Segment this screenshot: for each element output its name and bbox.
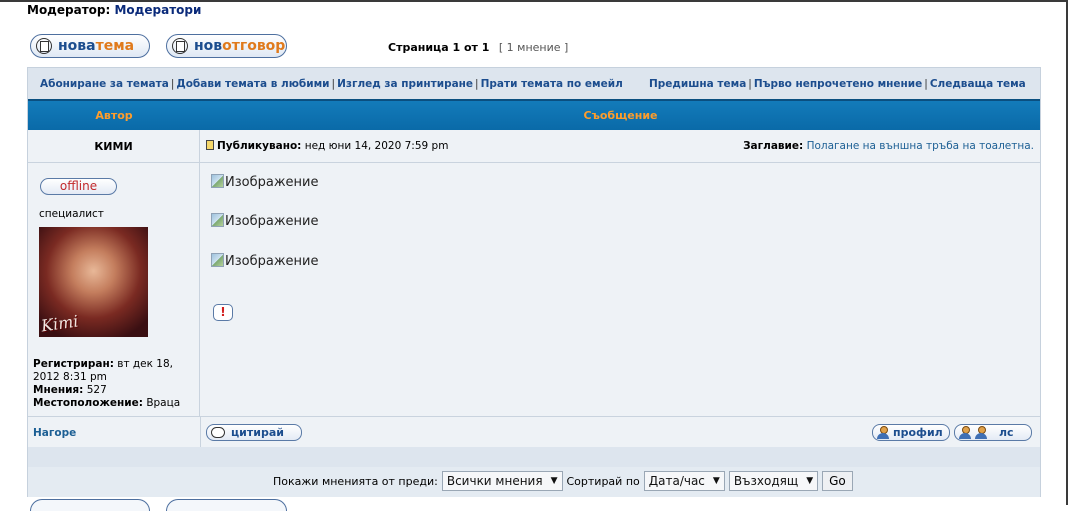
user-meta: Регистриран: вт дек 18, 2012 8:31 pm Мне… [33,358,198,410]
email-topic-link[interactable]: Прати темата по емейл [481,78,623,90]
back-to-top-link[interactable]: Нагоре [33,427,76,439]
post-image[interactable]: Изображение [211,174,318,190]
topic-actions-left: Абониране за темата | Добави темата в люби… [40,78,623,90]
quote-label: цитирай [231,426,284,439]
post-subject: Заглавие: Полагане на външна тръба на то… [743,140,1034,152]
new-reply-word2: отговор [222,38,286,54]
post-body-row: offline специалист Kimi Регистриран: вт … [28,163,1040,416]
registered-label: Регистриран: [33,358,114,370]
quote-button[interactable]: цитирай [206,424,302,441]
posts-label: Мнения: [33,384,84,396]
moderator-link[interactable]: Модератори [114,3,201,17]
post-image[interactable]: Изображение [211,253,318,269]
page-indicator: Страница 1 от 1 [388,41,490,54]
image-alt-text: Изображение [225,254,319,269]
post-date: Публикувано: нед юни 14, 2020 7:59 pm [206,140,448,152]
topic-nav-right: Предишна тема | Първо непрочетено мнение | С… [649,78,1026,90]
user-icon [975,426,987,439]
sort-controls: Покажи мненията от преди: Всички мнения ▼… [273,471,853,491]
post-icon [206,140,214,150]
profile-label: профил [893,426,943,439]
avatar: Kimi [39,227,148,337]
post-header-row: КИМИ Публикувано: нед юни 14, 2020 7:59 … [28,130,1040,163]
new-reply-word1: нов [194,38,223,54]
dropdown-arrow-icon: ▼ [806,476,814,486]
print-view-link[interactable]: Изглед за принтиране [337,78,473,90]
image-alt-text: Изображение [225,175,319,190]
post-content: Изображение Изображение Изображение ! [201,163,1040,416]
first-unread-link[interactable]: Първо непрочетено мнение [754,78,922,90]
image-alt-text: Изображение [225,214,319,229]
document-icon [36,38,52,54]
show-posts-value: Всички мнения [446,474,543,488]
quote-bubble-icon [211,427,225,438]
post-actions-row: Нагоре цитирай профил лс [28,416,1040,448]
post-author: КИМИ [28,130,200,163]
post-count: [ 1 мнение ] [498,41,569,54]
new-topic-button[interactable]: нова тема [30,34,150,58]
pagination: Страница 1 от 1 [ 1 мнение ] [388,41,568,54]
topic-links-bar: Абониране за темата | Добави темата в люби… [28,68,1040,99]
broken-image-icon [211,174,224,188]
spacer-row [28,447,1040,465]
new-topic-button-bottom[interactable] [30,499,150,511]
column-divider [200,417,201,448]
posted-label: Публикувано: [217,140,302,152]
new-topic-word2: тема [95,38,135,54]
moderator-line: Модератор: Модератори [27,3,201,17]
report-post-button[interactable]: ! [213,304,233,321]
avatar-signature: Kimi [39,311,80,336]
sort-by-label: Сортирай по [566,474,640,488]
subject-link[interactable]: Полагане на външна тръба на тоалетна. [807,140,1034,152]
pm-label: лс [999,426,1014,439]
sort-order-select[interactable]: Възходящ ▼ [728,471,819,491]
dropdown-arrow-icon: ▼ [550,476,558,486]
top-border [0,0,1068,2]
author-profile: offline специалист Kimi Регистриран: вт … [28,163,200,416]
next-topic-link[interactable]: Следваща тема [930,78,1026,90]
profile-button[interactable]: профил [872,424,950,441]
broken-image-icon [211,253,224,267]
sort-bar: Покажи мненията от преди: Всички мнения ▼… [28,467,1040,497]
go-button[interactable]: Go [822,471,853,491]
posted-value: нед юни 14, 2020 7:59 pm [304,140,449,152]
posts-value: 527 [86,384,107,396]
new-reply-button[interactable]: нов отговор [166,34,287,58]
offline-status-badge: offline [40,178,117,195]
previous-topic-link[interactable]: Предишна тема [649,78,746,90]
location-value: Враца [146,397,181,409]
sort-key-select[interactable]: Дата/час ▼ [643,471,725,491]
show-posts-label: Покажи мненията от преди: [273,474,438,488]
moderator-label: Модератор: [27,3,111,17]
table-header: Автор Съобщение [28,99,1040,130]
author-column-header: Автор [95,109,133,122]
location-label: Местоположение: [33,397,143,409]
user-icon [877,426,889,439]
document-icon [172,38,188,54]
subject-label: Заглавие: [743,140,804,152]
user-rank: специалист [39,208,104,220]
show-posts-select[interactable]: Всички мнения ▼ [441,471,563,491]
message-column-header: Съобщение [583,109,658,122]
topic-table: Абониране за темата | Добави темата в люби… [27,67,1041,497]
dropdown-arrow-icon: ▼ [712,476,720,486]
sort-key-value: Дата/час [648,474,705,488]
new-topic-word1: нова [58,38,96,54]
private-message-button[interactable]: лс [954,424,1032,441]
post-image[interactable]: Изображение [211,213,318,229]
bookmark-link[interactable]: Добави темата в любими [176,78,329,90]
sort-order-value: Възходящ [733,474,799,488]
user-icon [959,426,971,439]
broken-image-icon [211,213,224,227]
new-reply-button-bottom[interactable] [166,499,287,511]
subscribe-link[interactable]: Абониране за темата [40,78,169,90]
